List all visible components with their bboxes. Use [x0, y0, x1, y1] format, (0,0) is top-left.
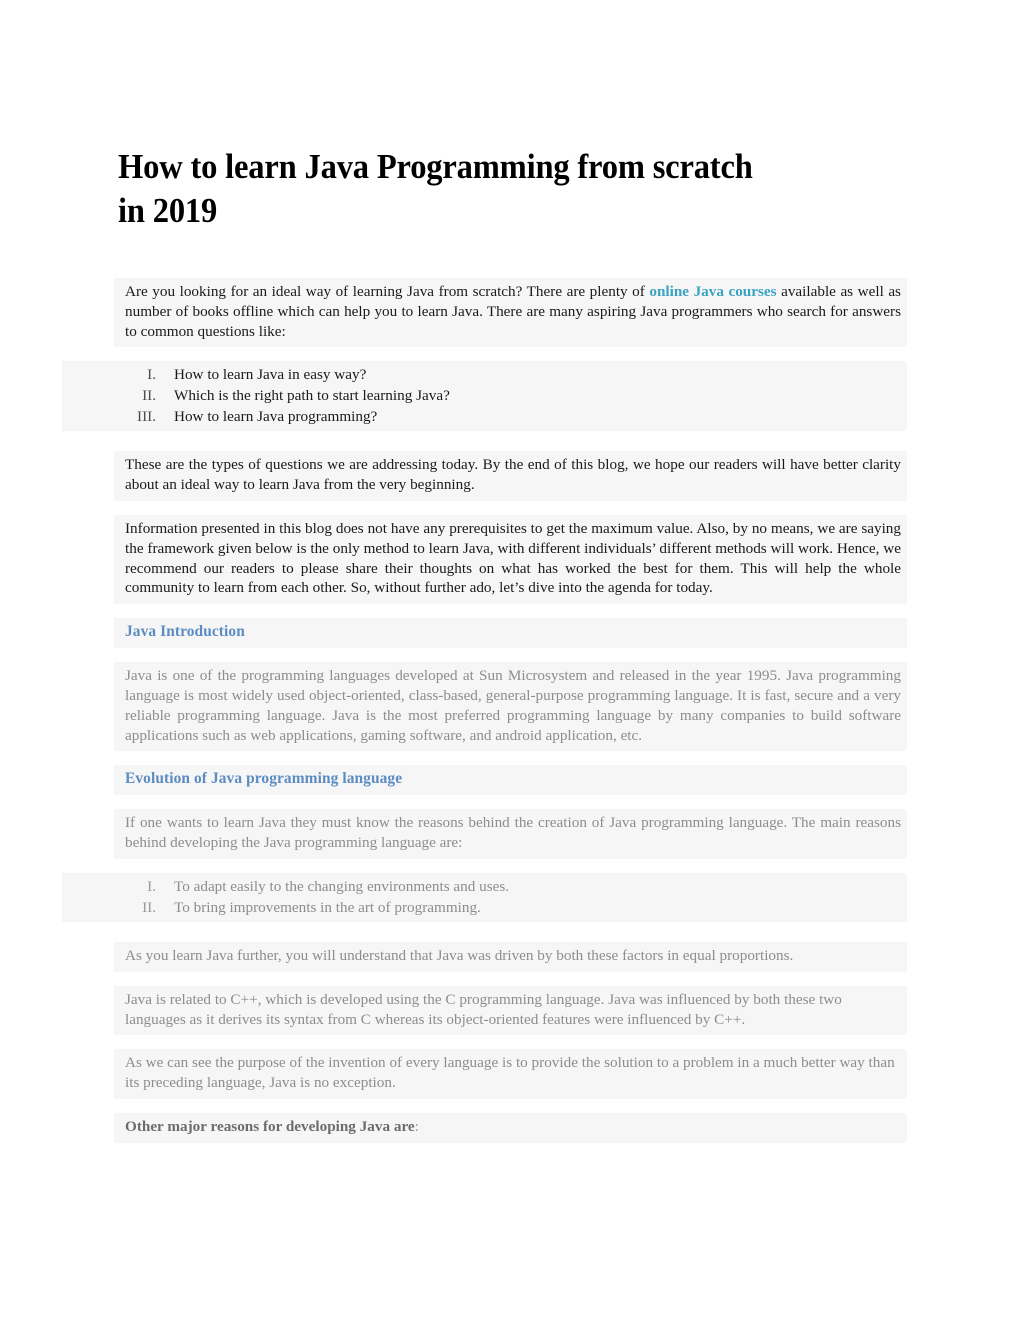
- list-item: II. To bring improvements in the art of …: [120, 897, 901, 918]
- java-introduction-heading-block: Java Introduction: [114, 618, 907, 649]
- closing-line-text: Other major reasons for developing Java …: [125, 1117, 415, 1135]
- purpose-paragraph-block: As we can see the purpose of the inventi…: [114, 1049, 907, 1099]
- list-item-number: III.: [137, 408, 156, 426]
- closing-line-block: Other major reasons for developing Java …: [114, 1112, 907, 1143]
- spacer: [114, 971, 907, 986]
- evolution-body-block: If one wants to learn Java they must kno…: [114, 809, 907, 859]
- spacer: [114, 858, 907, 873]
- addressing-paragraph-block: These are the types of questions we are …: [114, 451, 907, 501]
- addressing-paragraph: These are the types of questions we are …: [125, 456, 901, 494]
- spacer: [114, 921, 907, 942]
- section-heading-java-introduction: Java Introduction: [125, 623, 245, 641]
- list-item-number: I.: [147, 366, 156, 384]
- spacer: [114, 500, 907, 515]
- list-item-number: II.: [142, 898, 156, 916]
- spacer: [114, 1098, 907, 1113]
- spacer: [114, 347, 907, 362]
- list-item: III. How to learn Java programming?: [120, 406, 901, 427]
- section-heading-evolution: Evolution of Java programming language: [125, 770, 403, 788]
- java-introduction-body-block: Java is one of the programming languages…: [114, 662, 907, 752]
- spacer: [114, 795, 907, 810]
- questions-list: I. How to learn Java in easy way? II. Wh…: [120, 364, 901, 427]
- list-item-number: I.: [147, 877, 156, 895]
- online-java-courses-link[interactable]: online Java courses: [649, 283, 776, 300]
- evolution-heading-block: Evolution of Java programming language: [114, 765, 907, 796]
- factors-paragraph-block: As you learn Java further, you will unde…: [114, 941, 907, 972]
- cpp-paragraph: Java is related to C++, which is develop…: [125, 990, 842, 1028]
- spacer: [114, 751, 907, 766]
- list-item-label: How to learn Java programming?: [174, 408, 378, 426]
- list-item-label: How to learn Java in easy way?: [174, 366, 367, 384]
- list-item: I. How to learn Java in easy way?: [120, 364, 901, 385]
- reasons-list-block: I. To adapt easily to the changing envir…: [62, 872, 907, 922]
- information-paragraph: Information presented in this blog does …: [125, 519, 901, 597]
- list-item-number: II.: [142, 387, 156, 405]
- java-introduction-paragraph: Java is one of the programming languages…: [125, 667, 901, 744]
- list-item: II. Which is the right path to start lea…: [120, 385, 901, 406]
- cpp-paragraph-block: Java is related to C++, which is develop…: [114, 985, 907, 1036]
- reasons-list: I. To adapt easily to the changing envir…: [120, 876, 901, 918]
- list-item: I. To adapt easily to the changing envir…: [120, 876, 901, 897]
- questions-list-block: I. How to learn Java in easy way? II. Wh…: [62, 361, 907, 432]
- factors-paragraph: As you learn Java further, you will unde…: [125, 946, 794, 964]
- list-item-label: To bring improvements in the art of prog…: [174, 898, 481, 916]
- intro-paragraph: Are you looking for an ideal way of lear…: [120, 282, 901, 341]
- intro-paragraph-block: Are you looking for an ideal way of lear…: [114, 278, 907, 348]
- spacer: [114, 648, 907, 663]
- intro-text-part1: Are you looking for an ideal way of lear…: [125, 283, 650, 300]
- list-item-label: Which is the right path to start learnin…: [174, 387, 450, 405]
- document-content: Are you looking for an ideal way of lear…: [62, 278, 907, 1143]
- list-item-label: To adapt easily to the changing environm…: [174, 877, 510, 895]
- page-title: How to learn Java Programming from scrat…: [118, 147, 753, 231]
- purpose-paragraph: As we can see the purpose of the inventi…: [125, 1054, 895, 1092]
- closing-line-colon: :: [414, 1117, 419, 1135]
- spacer: [114, 1035, 907, 1050]
- spacer: [114, 431, 907, 452]
- spacer: [114, 604, 907, 619]
- evolution-paragraph: If one wants to learn Java they must kno…: [125, 814, 901, 852]
- document-page: How to learn Java Programming from scrat…: [0, 0, 1024, 1325]
- information-paragraph-block: Information presented in this blog does …: [114, 514, 907, 605]
- closing-line: Other major reasons for developing Java …: [120, 1117, 901, 1137]
